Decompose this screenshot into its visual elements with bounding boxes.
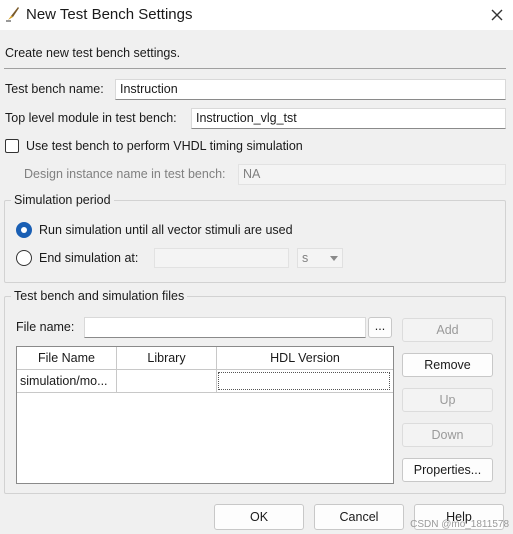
cancel-button[interactable]: Cancel xyxy=(314,504,404,530)
simulation-period-title: Simulation period xyxy=(11,193,114,207)
files-group-title: Test bench and simulation files xyxy=(11,289,188,303)
column-header-hdl-version[interactable]: HDL Version xyxy=(217,347,393,370)
run-all-label: Run simulation until all vector stimuli … xyxy=(39,223,293,237)
test-bench-name-input[interactable]: Instruction xyxy=(115,79,506,100)
add-button[interactable]: Add xyxy=(402,318,493,342)
browse-button[interactable]: ... xyxy=(368,317,392,338)
design-instance-label: Design instance name in test bench: xyxy=(24,167,226,181)
intro-text: Create new test bench settings. xyxy=(5,46,181,60)
run-all-radio[interactable] xyxy=(16,222,32,238)
column-header-library[interactable]: Library xyxy=(117,347,217,370)
top-level-module-label: Top level module in test bench: xyxy=(5,111,177,125)
watermark: CSDN @mo_1811578 xyxy=(410,519,509,530)
top-level-module-input[interactable]: Instruction_vlg_tst xyxy=(191,108,506,129)
time-unit-select[interactable]: s xyxy=(297,248,343,268)
library-cell xyxy=(117,370,217,393)
down-button[interactable]: Down xyxy=(402,423,493,447)
table-row[interactable]: simulation/mo... xyxy=(17,370,393,393)
ok-button[interactable]: OK xyxy=(214,504,304,530)
time-unit-value: s xyxy=(302,251,309,265)
properties-button[interactable]: Properties... xyxy=(402,458,493,482)
file-name-label: File name: xyxy=(16,320,75,334)
end-simulation-input[interactable] xyxy=(154,248,289,268)
column-header-file-name[interactable]: File Name xyxy=(17,347,117,370)
up-button[interactable]: Up xyxy=(402,388,493,412)
hdl-version-cell xyxy=(217,370,393,393)
chevron-down-icon xyxy=(330,256,338,261)
remove-button[interactable]: Remove xyxy=(402,353,493,377)
divider xyxy=(4,68,506,69)
file-name-cell: simulation/mo... xyxy=(17,370,117,393)
vhdl-timing-label: Use test bench to perform VHDL timing si… xyxy=(26,139,303,153)
test-bench-name-label: Test bench name: xyxy=(5,82,104,96)
files-table: File Name Library HDL Version simulation… xyxy=(16,346,394,484)
design-instance-input[interactable]: NA xyxy=(238,164,506,185)
vhdl-timing-checkbox[interactable] xyxy=(5,139,19,153)
end-simulation-label: End simulation at: xyxy=(39,251,139,265)
focus-rect xyxy=(218,372,390,390)
simulation-period-group xyxy=(4,200,506,283)
quill-pen-icon xyxy=(6,7,19,22)
end-simulation-radio[interactable] xyxy=(16,250,32,266)
file-name-input[interactable] xyxy=(84,317,366,338)
title-bar: New Test Bench Settings xyxy=(0,0,513,30)
close-icon[interactable] xyxy=(486,4,508,26)
window-title: New Test Bench Settings xyxy=(26,6,193,23)
